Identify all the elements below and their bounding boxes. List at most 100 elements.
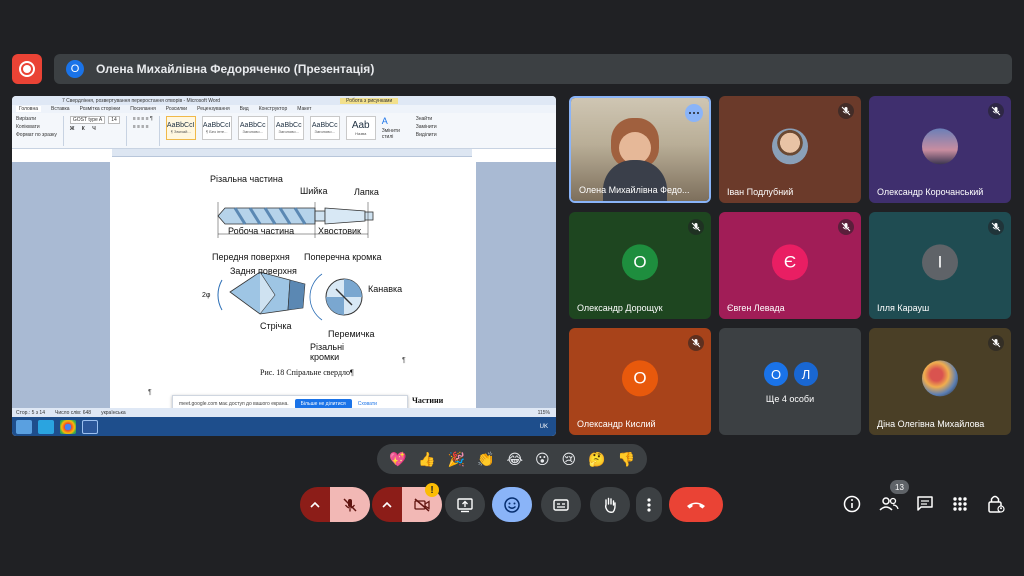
shared-screen[interactable]: 7 Свердління, розвертування переростання… — [12, 96, 556, 436]
style-gallery-item: AaBbCc Заголово... — [273, 116, 304, 140]
telegram-icon — [38, 419, 54, 434]
figure-caption: Рис. 18 Спіральне свердло¶ — [260, 368, 354, 377]
word-document-area: ¶ ¶ Різальна частина Шийка Лапка Робоча … — [12, 162, 556, 408]
reaction-surprised[interactable]: 😮 — [535, 451, 550, 468]
participant-name: Олександр Дорощук — [577, 303, 663, 313]
raise-hand-button[interactable] — [590, 487, 630, 522]
style-gallery-item: Aab Назва — [345, 116, 376, 140]
avatar: О — [622, 243, 658, 280]
reaction-thinking[interactable]: 🤔 — [588, 451, 605, 468]
side-text: Частини — [412, 396, 444, 405]
camera-options-button[interactable] — [372, 487, 402, 522]
drill-cross-section — [309, 273, 363, 321]
label-groove: Канавка — [368, 284, 403, 294]
activities-button[interactable] — [951, 492, 969, 516]
font-format-icons: Ж К Ч — [69, 126, 99, 132]
word-ribbon: Вирізати Копіювати Формат по зразку GOST… — [12, 113, 556, 149]
avatar: О — [762, 360, 790, 388]
label-angle: 2φ — [202, 292, 211, 299]
label-back-surface: Задня поверхня — [230, 266, 297, 276]
more-options-icon[interactable] — [685, 104, 703, 122]
participant-tile[interactable]: Олена Михайлівна Федо... — [569, 96, 711, 203]
word-page: ¶ ¶ Різальна частина Шийка Лапка Робоча … — [110, 162, 476, 408]
avatar: Л — [792, 360, 820, 388]
select-command: Виділити — [415, 132, 437, 138]
editing-group: Знайти Замінити Виділити — [416, 116, 437, 138]
paragraph-icons-2: ≡ ≡ ≡ ≡ — [132, 124, 149, 130]
label-shank: Хвостовик — [318, 226, 361, 236]
word-tab: Макет — [297, 106, 312, 112]
word-icon — [82, 419, 98, 434]
reaction-clap[interactable]: 👏 — [477, 451, 494, 468]
more-vert-icon — [647, 497, 651, 512]
presentation-bar: О Олена Михайлівна Федоряченко (Презента… — [54, 54, 1012, 84]
camera-warning-badge: ! — [425, 483, 439, 497]
mic-options-button[interactable] — [300, 487, 330, 522]
host-controls-button[interactable] — [986, 492, 1006, 516]
more-options-button[interactable] — [636, 487, 662, 522]
recording-indicator[interactable] — [12, 54, 42, 84]
word-tab: Конструктор — [258, 106, 288, 112]
participant-tile[interactable]: Є Євген Левада — [719, 212, 861, 319]
label-land: Стрічка — [260, 321, 292, 331]
lock-person-icon — [988, 495, 1005, 513]
font-name-box: GOST type A — [69, 116, 106, 124]
mic-control — [300, 487, 370, 522]
avatar: О — [622, 359, 658, 396]
participant-tile[interactable]: Діна Олегівна Михайлова — [869, 328, 1011, 435]
people-button[interactable] — [878, 492, 900, 516]
windows-taskbar: UK — [12, 417, 556, 436]
mic-toggle-button[interactable] — [330, 487, 370, 522]
hang-up-icon — [687, 502, 705, 508]
reaction-heart[interactable]: 💖 — [389, 451, 406, 468]
mic-off-icon — [838, 219, 854, 235]
word-ribbon-tabs: Головна Вставка Розмітка сторінки Посила… — [12, 105, 556, 113]
participant-tile[interactable]: Олександр Корочанський — [869, 96, 1011, 203]
svg-text:¶: ¶ — [148, 389, 152, 396]
word-context-tab: Робота з рисунками — [340, 97, 399, 104]
mic-off-icon — [988, 103, 1004, 119]
others-tile[interactable]: О Л Ще 4 особи — [719, 328, 861, 435]
participant-tile[interactable]: О Олександр Кислий — [569, 328, 711, 435]
avatar: І — [922, 243, 958, 280]
mic-off-icon — [838, 103, 854, 119]
avatar — [922, 359, 958, 396]
label-working-part: Робоча частина — [228, 226, 295, 236]
reaction-laugh[interactable]: 😂 — [507, 451, 523, 468]
start-icon — [16, 419, 32, 434]
word-tab: Головна — [16, 106, 41, 112]
chat-button[interactable] — [915, 492, 935, 516]
reaction-sad[interactable]: 😢 — [562, 451, 577, 468]
people-icon — [879, 497, 899, 511]
participant-tile[interactable]: Іван Подлубний — [719, 96, 861, 203]
emoji-icon — [504, 496, 520, 513]
reaction-thumbs-down[interactable]: 👎 — [618, 451, 635, 468]
chrome-icon — [60, 419, 76, 434]
captions-button[interactable] — [541, 487, 581, 522]
font-group: GOST type A 14 Ж К Ч — [69, 116, 120, 132]
reactions-button[interactable] — [492, 487, 532, 522]
participant-tile[interactable]: О Олександр Дорощук — [569, 212, 711, 319]
people-count-badge: 13 — [890, 480, 909, 494]
status-language: українська — [101, 409, 126, 416]
leave-call-button[interactable] — [669, 487, 723, 522]
apps-grid-icon — [953, 497, 967, 511]
word-tab: Посилання — [130, 106, 156, 112]
participant-name: Ілля Карауш — [877, 303, 930, 313]
participant-name: Іван Подлубний — [727, 187, 794, 197]
word-tab: Розсилки — [165, 106, 188, 112]
others-avatars: О Л — [762, 360, 820, 388]
svg-text:¶: ¶ — [402, 357, 406, 364]
participant-name: Олександр Корочанський — [877, 187, 984, 197]
drill-tip-view — [217, 271, 306, 315]
present-button[interactable] — [445, 487, 485, 522]
avatar — [922, 127, 958, 164]
participant-tile[interactable]: І Ілля Карауш — [869, 212, 1011, 319]
reaction-thumbs-up[interactable]: 👍 — [418, 451, 435, 468]
cut-command: Вирізати — [16, 116, 37, 122]
replace-command: Замінити — [415, 124, 437, 130]
reaction-party[interactable]: 🎉 — [448, 451, 465, 468]
paragraph-group: ≡ ≡ ≡ ≡ ¶ ≡ ≡ ≡ ≡ — [133, 116, 153, 130]
hide-link[interactable]: Сховати — [358, 401, 377, 407]
meeting-details-button[interactable] — [842, 492, 862, 516]
